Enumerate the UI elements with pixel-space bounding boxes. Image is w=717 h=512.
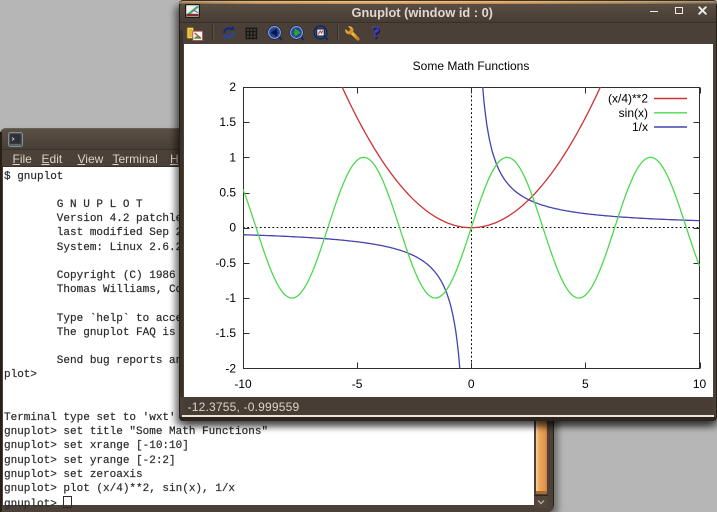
svg-text:(x/4)**2: (x/4)**2 xyxy=(607,92,647,106)
svg-text:-1.5: -1.5 xyxy=(215,326,236,340)
svg-text:-0.5: -0.5 xyxy=(215,256,236,270)
svg-text:0.5: 0.5 xyxy=(219,186,236,200)
svg-text:-2: -2 xyxy=(225,361,236,375)
svg-text:-1: -1 xyxy=(225,291,236,305)
svg-text:sin(x): sin(x) xyxy=(618,106,647,120)
svg-text:0: 0 xyxy=(229,221,236,235)
svg-text:5: 5 xyxy=(582,377,589,391)
svg-text:1.5: 1.5 xyxy=(219,115,236,129)
svg-text:1: 1 xyxy=(229,150,236,164)
svg-text:-10: -10 xyxy=(234,377,252,391)
svg-text:1/x: 1/x xyxy=(631,120,647,134)
svg-text:0: 0 xyxy=(467,377,474,391)
svg-text:Some Math Functions: Some Math Functions xyxy=(412,59,529,73)
svg-text:10: 10 xyxy=(692,377,706,391)
svg-text:2: 2 xyxy=(229,80,236,94)
svg-text:-5: -5 xyxy=(351,377,362,391)
